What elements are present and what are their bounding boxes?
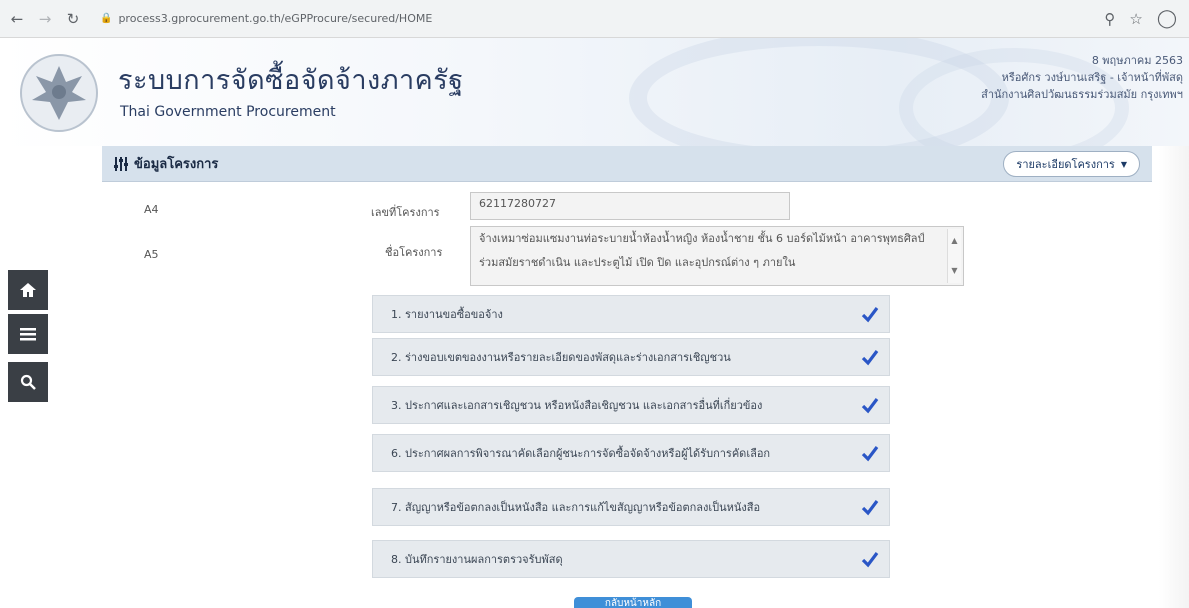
browser-toolbar: ← → ↻ 🔒 process3.gprocurement.go.th/eGPP…	[0, 0, 1189, 38]
step-label: 8. บันทึกรายงานผลการตรวจรับพัสดุ	[391, 553, 563, 566]
field-label-project-number: เลขที่โครงการ	[371, 206, 440, 219]
forward-icon[interactable]: →	[34, 8, 56, 30]
user-info: 8 พฤษภาคม 2563 หรือศักร วงษ์บานเสริฐ - เ…	[981, 52, 1183, 103]
check-icon	[861, 350, 879, 366]
caret-down-icon: ▼	[1120, 159, 1127, 169]
scroll-up-icon[interactable]: ▲	[951, 229, 957, 253]
step-label: 2. ร่างขอบเขตของงานหรือรายละเอียดของพัสด…	[391, 351, 731, 364]
user-name[interactable]: หรือศักร วงษ์บานเสริฐ - เจ้าหน้าที่พัสดุ	[981, 69, 1183, 86]
check-icon	[861, 398, 879, 414]
garuda-emblem-icon	[20, 54, 98, 132]
step-item[interactable]: 7. สัญญาหรือข้อตกลงเป็นหนังสือ และการแก้…	[372, 488, 890, 526]
home-button[interactable]	[8, 270, 48, 310]
profile-icon[interactable]: ◯	[1157, 8, 1177, 29]
reload-icon[interactable]: ↻	[62, 8, 84, 30]
step-item[interactable]: 8. บันทึกรายงานผลการตรวจรับพัสดุ	[372, 540, 890, 578]
step-item[interactable]: 1. รายงานขอซื้อขอจ้าง	[372, 295, 890, 333]
site-header: ระบบการจัดซื้อจัดจ้างภาครัฐ Thai Governm…	[0, 38, 1189, 146]
check-icon	[861, 307, 879, 323]
star-icon[interactable]: ☆	[1129, 10, 1142, 28]
check-icon	[861, 500, 879, 516]
back-icon[interactable]: ←	[6, 8, 28, 30]
step-item[interactable]: 6. ประกาศผลการพิจารณาคัดเลือกผู้ชนะการจั…	[372, 434, 890, 472]
search-icon	[20, 374, 36, 390]
system-subtitle: Thai Government Procurement	[120, 104, 336, 120]
menu-button[interactable]	[8, 314, 48, 354]
agency-name: สำนักงานศิลปวัฒนธรรมร่วมสมัย กรุงเทพฯ	[981, 88, 1183, 101]
system-title: ระบบการจัดซื้อจัดจ้างภาครัฐ	[118, 65, 464, 96]
menu-icon	[20, 328, 36, 341]
scroll-down-icon[interactable]: ▼	[951, 259, 957, 283]
project-info-header: ข้อมูลโครงการ รายละเอียดโครงการ ▼	[102, 146, 1152, 182]
field-code-a4: A4	[144, 203, 159, 216]
step-label: 1. รายงานขอซื้อขอจ้าง	[391, 308, 503, 321]
step-item[interactable]: 3. ประกาศและเอกสารเชิญชวน หรือหนังสือเชิ…	[372, 386, 890, 424]
textarea-scrollbar[interactable]: ▲ ▼	[947, 229, 961, 283]
back-to-home-button[interactable]: กลับหน้าหลัก	[574, 597, 692, 608]
project-detail-button[interactable]: รายละเอียดโครงการ ▼	[1003, 151, 1140, 177]
project-name-field[interactable]: จ้างเหมาซ่อมแซมงานท่อระบายน้ำห้องน้ำหญิง…	[470, 226, 964, 286]
project-detail-label: รายละเอียดโครงการ	[1016, 158, 1115, 171]
section-title: ข้อมูลโครงการ	[134, 157, 219, 172]
search-button[interactable]	[8, 362, 48, 402]
project-name-text: จ้างเหมาซ่อมแซมงานท่อระบายน้ำห้องน้ำหญิง…	[479, 232, 925, 269]
step-item[interactable]: 2. ร่างขอบเขตของงานหรือรายละเอียดของพัสด…	[372, 338, 890, 376]
lock-icon: 🔒	[100, 13, 113, 24]
step-label: 6. ประกาศผลการพิจารณาคัดเลือกผู้ชนะการจั…	[391, 447, 771, 460]
sliders-icon	[114, 156, 128, 171]
field-code-a5: A5	[144, 248, 159, 261]
home-icon	[20, 283, 36, 297]
page-scrollbar[interactable]	[1159, 146, 1189, 608]
check-icon	[861, 446, 879, 462]
address-bar[interactable]: 🔒 process3.gprocurement.go.th/eGPProcure…	[94, 5, 994, 32]
step-label: 3. ประกาศและเอกสารเชิญชวน หรือหนังสือเชิ…	[391, 399, 763, 412]
zoom-icon[interactable]: ⚲	[1104, 10, 1115, 28]
current-date: 8 พฤษภาคม 2563	[1091, 54, 1183, 67]
step-label: 7. สัญญาหรือข้อตกลงเป็นหนังสือ และการแก้…	[391, 501, 761, 514]
check-icon	[861, 552, 879, 568]
url-text: process3.gprocurement.go.th/eGPProcure/s…	[118, 12, 433, 25]
field-label-project-name: ชื่อโครงการ	[385, 246, 443, 259]
project-number-field[interactable]: 62117280727	[470, 192, 790, 220]
